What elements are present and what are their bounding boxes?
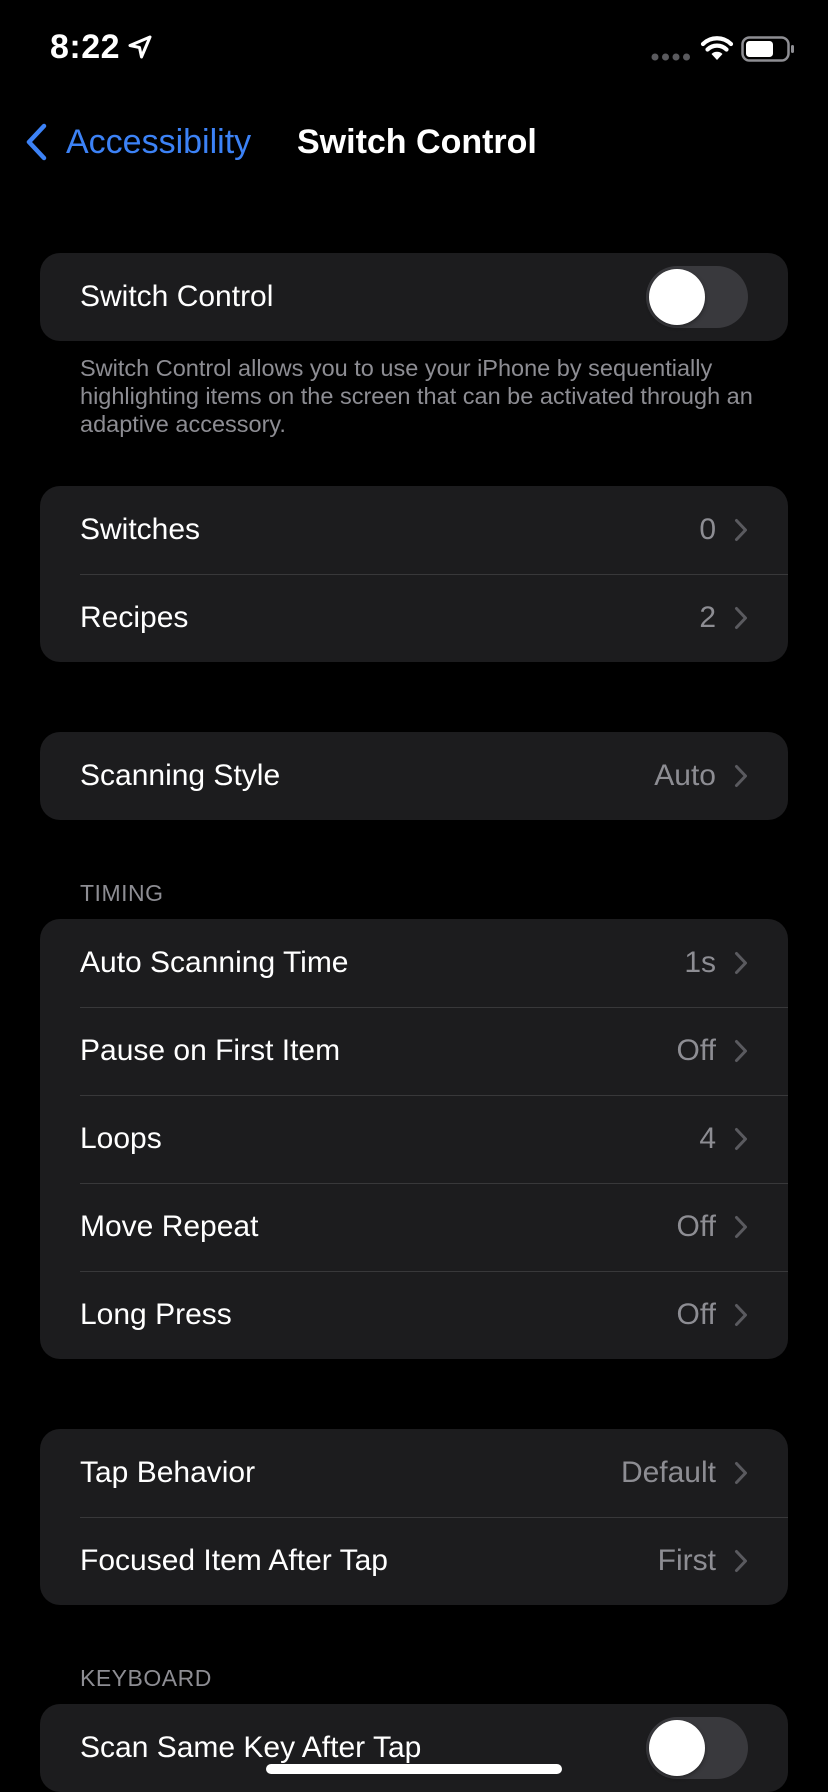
keyboard-section-header: KEYBOARD [80, 1665, 212, 1691]
move-repeat-row[interactable]: Move Repeat Off [40, 1183, 788, 1271]
row-label: Tap Behavior [80, 1456, 256, 1489]
tap-behavior-group: Tap Behavior Default Focused Item After … [40, 1429, 788, 1605]
scanning-style-group: Scanning Style Auto [40, 732, 788, 820]
keyboard-group: Scan Same Key After Tap [40, 1704, 788, 1792]
switches-group: Switches 0 Recipes 2 [40, 486, 788, 662]
scanning-style-row[interactable]: Scanning Style Auto [40, 732, 788, 820]
loops-row[interactable]: Loops 4 [40, 1095, 788, 1183]
row-label: Move Repeat [80, 1210, 259, 1243]
row-label: Switches [80, 513, 201, 546]
switch-control-toggle[interactable] [646, 266, 748, 328]
chevron-right-icon [735, 952, 747, 974]
scan-same-key-after-tap-row: Scan Same Key After Tap [40, 1704, 788, 1792]
battery-icon [741, 36, 794, 62]
row-value: 1s [684, 946, 716, 979]
chevron-right-icon [735, 1550, 747, 1572]
location-arrow-icon [128, 35, 152, 59]
row-label: Pause on First Item [80, 1034, 341, 1067]
row-value: Off [676, 1210, 716, 1243]
switch-control-group: Switch Control [40, 253, 788, 341]
switch-control-label: Switch Control [80, 280, 274, 313]
row-value: Auto [654, 759, 716, 792]
chevron-left-icon [26, 123, 47, 161]
chevron-right-icon [735, 1216, 747, 1238]
row-label: Recipes [80, 601, 189, 634]
back-button[interactable]: Accessibility [24, 120, 251, 164]
recipes-row[interactable]: Recipes 2 [40, 574, 788, 662]
row-label: Scan Same Key After Tap [80, 1731, 422, 1764]
row-value: First [657, 1544, 716, 1577]
page-title: Switch Control [297, 123, 537, 161]
pause-on-first-item-row[interactable]: Pause on First Item Off [40, 1007, 788, 1095]
timing-group: Auto Scanning Time 1s Pause on First Ite… [40, 919, 788, 1359]
status-time: 8:22 [50, 28, 121, 66]
switch-control-row: Switch Control [40, 253, 788, 341]
row-label: Auto Scanning Time [80, 946, 349, 979]
toggle-knob [649, 269, 705, 325]
chevron-right-icon [735, 1128, 747, 1150]
row-label: Focused Item After Tap [80, 1544, 388, 1577]
chevron-right-icon [735, 1304, 747, 1326]
row-label: Scanning Style [80, 759, 281, 792]
row-value: Off [676, 1034, 716, 1067]
toggle-knob [649, 1720, 705, 1776]
scan-same-key-toggle[interactable] [646, 1717, 748, 1779]
row-value: 0 [699, 513, 716, 546]
back-button-label: Accessibility [66, 122, 252, 161]
chevron-right-icon [735, 765, 747, 787]
row-label: Long Press [80, 1298, 232, 1331]
focused-item-after-tap-row[interactable]: Focused Item After Tap First [40, 1517, 788, 1605]
auto-scanning-time-row[interactable]: Auto Scanning Time 1s [40, 919, 788, 1007]
chevron-right-icon [735, 1462, 747, 1484]
home-indicator[interactable] [266, 1764, 562, 1774]
cellular-signal-icon [651, 53, 690, 61]
navigation-bar: Accessibility Switch Control [0, 100, 828, 180]
chevron-right-icon [735, 1040, 747, 1062]
timing-section-header: TIMING [80, 880, 164, 906]
switch-control-description: Switch Control allows you to use your iP… [80, 355, 753, 437]
row-value: Off [676, 1298, 716, 1331]
status-bar: 8:22 [0, 0, 828, 100]
row-value: Default [620, 1456, 716, 1489]
chevron-right-icon [735, 519, 747, 541]
row-value: 2 [699, 601, 716, 634]
switches-row[interactable]: Switches 0 [40, 486, 788, 574]
row-value: 4 [699, 1122, 716, 1155]
row-label: Loops [80, 1122, 162, 1155]
tap-behavior-row[interactable]: Tap Behavior Default [40, 1429, 788, 1517]
long-press-row[interactable]: Long Press Off [40, 1271, 788, 1359]
wifi-icon [700, 36, 734, 60]
chevron-right-icon [735, 607, 747, 629]
